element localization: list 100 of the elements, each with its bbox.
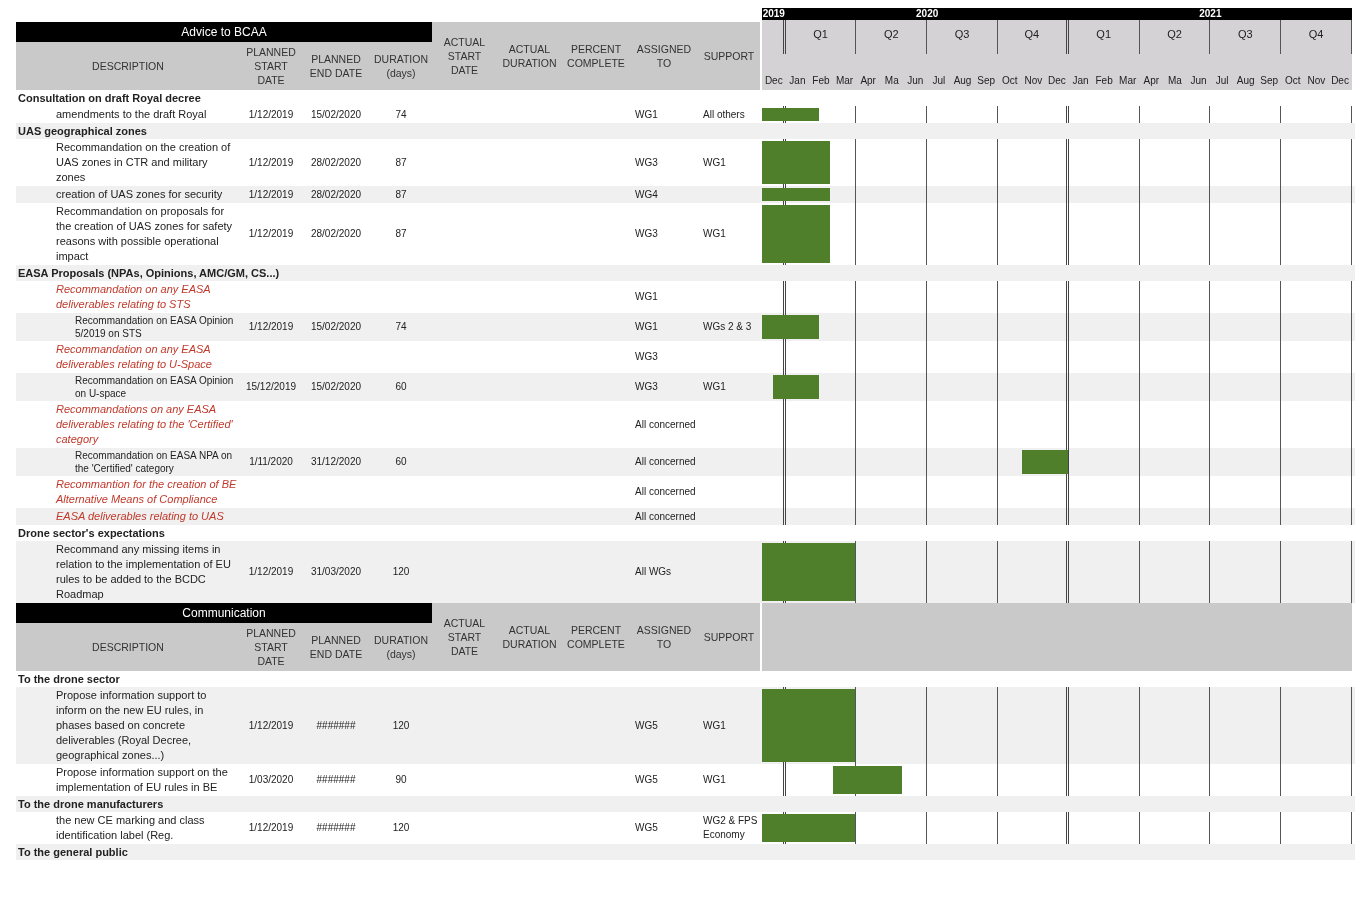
end-date: 15/02/2020 [310, 380, 362, 394]
start-date: 1/12/2019 [248, 155, 294, 170]
task-description: Propose information support on the implementation of EU rules in BE [55, 765, 229, 795]
year-label: 2020 [915, 8, 940, 20]
duration: 90 [395, 773, 407, 787]
task-description: the new CE marking and class identification label (Reg. [55, 813, 206, 843]
assignee: WG3 [635, 155, 658, 170]
duration: 87 [395, 187, 407, 202]
assignee: WG3 [635, 380, 658, 394]
duration: 74 [395, 107, 407, 122]
duration: 120 [392, 821, 410, 835]
section-title: Communication [16, 603, 432, 623]
duration: 74 [395, 320, 407, 334]
start-date: 1/12/2019 [248, 187, 294, 202]
group-heading: UAS geographical zones [17, 124, 148, 139]
support: WG1 [703, 227, 726, 241]
end-date: ####### [316, 821, 356, 835]
column-header: DURATION (days) [372, 633, 430, 662]
section-title: Advice to BCAA [16, 22, 432, 42]
month-label: Ma [884, 74, 899, 88]
month-label: Aug [1236, 74, 1255, 88]
deliverable-text: Recommandations on any EASA deliverables relating to the 'Certified' category [55, 402, 234, 447]
task-description: Recommandation on EASA Opinion 5/2019 on STS [74, 314, 235, 341]
support: All others [703, 107, 745, 122]
month-label: Mar [1119, 74, 1137, 88]
month-label: Oct [1001, 74, 1018, 88]
duration: 120 [392, 565, 410, 579]
column-header: SUPPORT [702, 49, 756, 64]
support: WG1 [703, 718, 726, 733]
task-description: Recommandation on EASA Opinion on U-space [74, 374, 235, 401]
month-label: Jul [932, 74, 946, 88]
assignee: All concerned [635, 485, 696, 499]
column-header: PLANNED START DATE [245, 45, 297, 88]
duration: 87 [395, 155, 407, 170]
column-header: ASSIGNED TO [635, 42, 693, 71]
quarter-label: Q2 [1167, 27, 1182, 42]
year-label: 2021 [1198, 8, 1223, 20]
column-header: ASSIGNED TO [635, 623, 693, 652]
column-header: PERCENT COMPLETE [566, 42, 626, 71]
deliverable-text: EASA deliverables relating to UAS [55, 509, 225, 524]
group-heading: To the drone sector [17, 672, 121, 687]
start-date: 1/12/2019 [248, 107, 294, 122]
column-header: DESCRIPTION [91, 640, 165, 655]
month-label: Dec [1048, 74, 1066, 88]
deliverable-text: Recommandation on any EASA deliverables relating to U-Space [55, 342, 213, 372]
month-label: Apr [860, 74, 876, 88]
month-label: Sep [1260, 74, 1279, 88]
column-header: ACTUAL START DATE [442, 616, 487, 659]
end-date: ####### [316, 718, 356, 733]
start-date: 1/12/2019 [248, 227, 294, 241]
start-date: 1/12/2019 [248, 320, 294, 334]
month-label: Apr [1143, 74, 1160, 88]
end-date: 28/02/2020 [310, 227, 362, 241]
column-header: PLANNED END DATE [308, 52, 364, 81]
assignee: All WGs [635, 565, 672, 579]
end-date: 28/02/2020 [310, 155, 362, 170]
end-date: 31/12/2020 [310, 455, 362, 469]
end-date: 28/02/2020 [310, 187, 362, 202]
group-heading: To the general public [17, 845, 129, 860]
start-date: 1/12/2019 [248, 718, 294, 733]
column-header: PLANNED START DATE [245, 626, 297, 669]
support: WG1 [703, 773, 726, 787]
column-header: DESCRIPTION [91, 59, 165, 74]
assignee: WG5 [635, 718, 658, 733]
start-date: 1/12/2019 [248, 565, 294, 579]
duration: 60 [395, 455, 407, 469]
column-header: PERCENT COMPLETE [566, 623, 626, 652]
assignee: All concerned [635, 455, 696, 469]
support: WG2 & FPS Economy [703, 814, 759, 842]
month-label: Ma [1167, 74, 1182, 88]
start-date: 1/12/2019 [248, 821, 294, 835]
assignee: WG3 [635, 350, 658, 364]
assignee: WG5 [635, 821, 658, 835]
month-label: Oct [1285, 74, 1301, 88]
end-date: ####### [316, 773, 356, 787]
end-date: 15/02/2020 [310, 107, 362, 122]
start-date: 1/11/2020 [249, 455, 293, 469]
duration: 120 [392, 718, 410, 733]
group-heading: Consultation on draft Royal decree [17, 91, 202, 106]
duration: 60 [395, 380, 407, 394]
quarter-label: Q1 [813, 27, 828, 42]
assignee: WG1 [635, 290, 658, 304]
column-header: ACTUAL START DATE [442, 35, 487, 78]
end-date: 31/03/2020 [310, 565, 362, 579]
month-label: Sep [977, 74, 996, 88]
group-heading: Drone sector's expectations [17, 526, 166, 541]
month-label: Nov [1024, 74, 1043, 88]
month-label: Nov [1307, 74, 1326, 88]
month-label: Jun [907, 74, 924, 88]
month-label: Aug [953, 74, 972, 88]
support: WG1 [703, 155, 726, 170]
quarter-label: Q1 [1096, 27, 1111, 42]
month-label: Jan [1072, 74, 1089, 88]
task-description: Recommandation on proposals for the creation of UAS zones for safety reasons with possible operational impact [55, 204, 234, 264]
group-heading: To the drone manufacturers [17, 797, 165, 812]
column-header: SUPPORT [702, 630, 756, 645]
column-header: ACTUAL DURATION [501, 42, 558, 71]
start-date: 15/12/2019 [245, 380, 297, 394]
assignee: WG3 [635, 227, 658, 241]
quarter-label: Q4 [1024, 27, 1040, 42]
